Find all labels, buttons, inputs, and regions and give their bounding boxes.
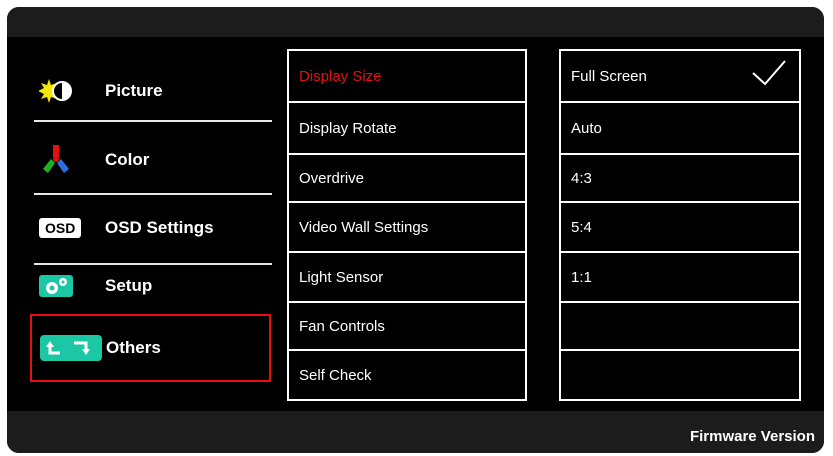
sidebar-divider [34, 120, 272, 122]
submenu-item-video-wall-settings[interactable]: Video Wall Settings [289, 203, 525, 253]
option-5-4[interactable]: 5:4 [561, 203, 799, 253]
submenu-item-label: Fan Controls [299, 317, 385, 335]
sidebar-item-label: Others [106, 338, 161, 357]
sidebar-item-color[interactable]: Color [31, 133, 271, 187]
sidebar-item-setup[interactable]: Setup [31, 259, 271, 313]
submenu-item-label: Display Rotate [299, 119, 397, 137]
sidebar-item-label: Picture [105, 81, 163, 100]
sidebar-item-osd-settings[interactable]: OSD OSD Settings [31, 201, 271, 255]
option-1-1[interactable]: 1:1 [561, 253, 799, 303]
sidebar-item-others[interactable]: Others [30, 314, 271, 382]
option-full-screen[interactable]: Full Screen [561, 51, 799, 103]
main-panel: Picture Color OSD OSD Settings Setup Oth… [7, 37, 824, 411]
option-empty [561, 303, 799, 351]
osd-badge-icon: OSD [31, 218, 105, 238]
submenu-item-overdrive[interactable]: Overdrive [289, 155, 525, 203]
checkmark-icon [751, 59, 787, 91]
sidebar-item-picture[interactable]: Picture [31, 64, 271, 118]
sidebar-divider [34, 193, 272, 195]
brightness-contrast-icon [31, 78, 105, 104]
option-4-3[interactable]: 4:3 [561, 155, 799, 203]
sidebar-item-label: OSD Settings [105, 218, 214, 237]
submenu-item-display-rotate[interactable]: Display Rotate [289, 103, 525, 155]
color-wheel-icon [31, 145, 105, 175]
firmware-version-label[interactable]: Firmware Version [690, 428, 815, 445]
submenu-item-label: Display Size [299, 67, 382, 85]
submenu-item-self-check[interactable]: Self Check [289, 351, 525, 399]
option-empty [561, 351, 799, 399]
swap-arrows-icon [32, 333, 106, 363]
option-label: Full Screen [571, 67, 647, 85]
top-bar [7, 7, 824, 37]
submenu-list: Display Size Display Rotate Overdrive Vi… [287, 49, 527, 401]
option-label: 4:3 [571, 169, 592, 187]
submenu-item-label: Light Sensor [299, 268, 384, 286]
sidebar-item-label: Color [105, 150, 150, 169]
option-auto[interactable]: Auto [561, 103, 799, 155]
submenu-item-label: Self Check [299, 366, 372, 384]
submenu-item-label: Overdrive [299, 169, 365, 187]
osd-window: Picture Color OSD OSD Settings Setup Oth… [7, 7, 824, 453]
sidebar-item-label: Setup [105, 276, 153, 295]
submenu-item-fan-controls[interactable]: Fan Controls [289, 303, 525, 351]
submenu-item-label: Video Wall Settings [299, 218, 429, 236]
submenu-item-light-sensor[interactable]: Light Sensor [289, 253, 525, 303]
option-label: 5:4 [571, 218, 592, 236]
option-label: Auto [571, 119, 602, 137]
gear-icon [31, 273, 105, 299]
submenu-item-display-size[interactable]: Display Size [289, 51, 525, 103]
options-list: Full Screen Auto 4:3 5:4 1:1 [559, 49, 801, 401]
option-label: 1:1 [571, 268, 592, 286]
